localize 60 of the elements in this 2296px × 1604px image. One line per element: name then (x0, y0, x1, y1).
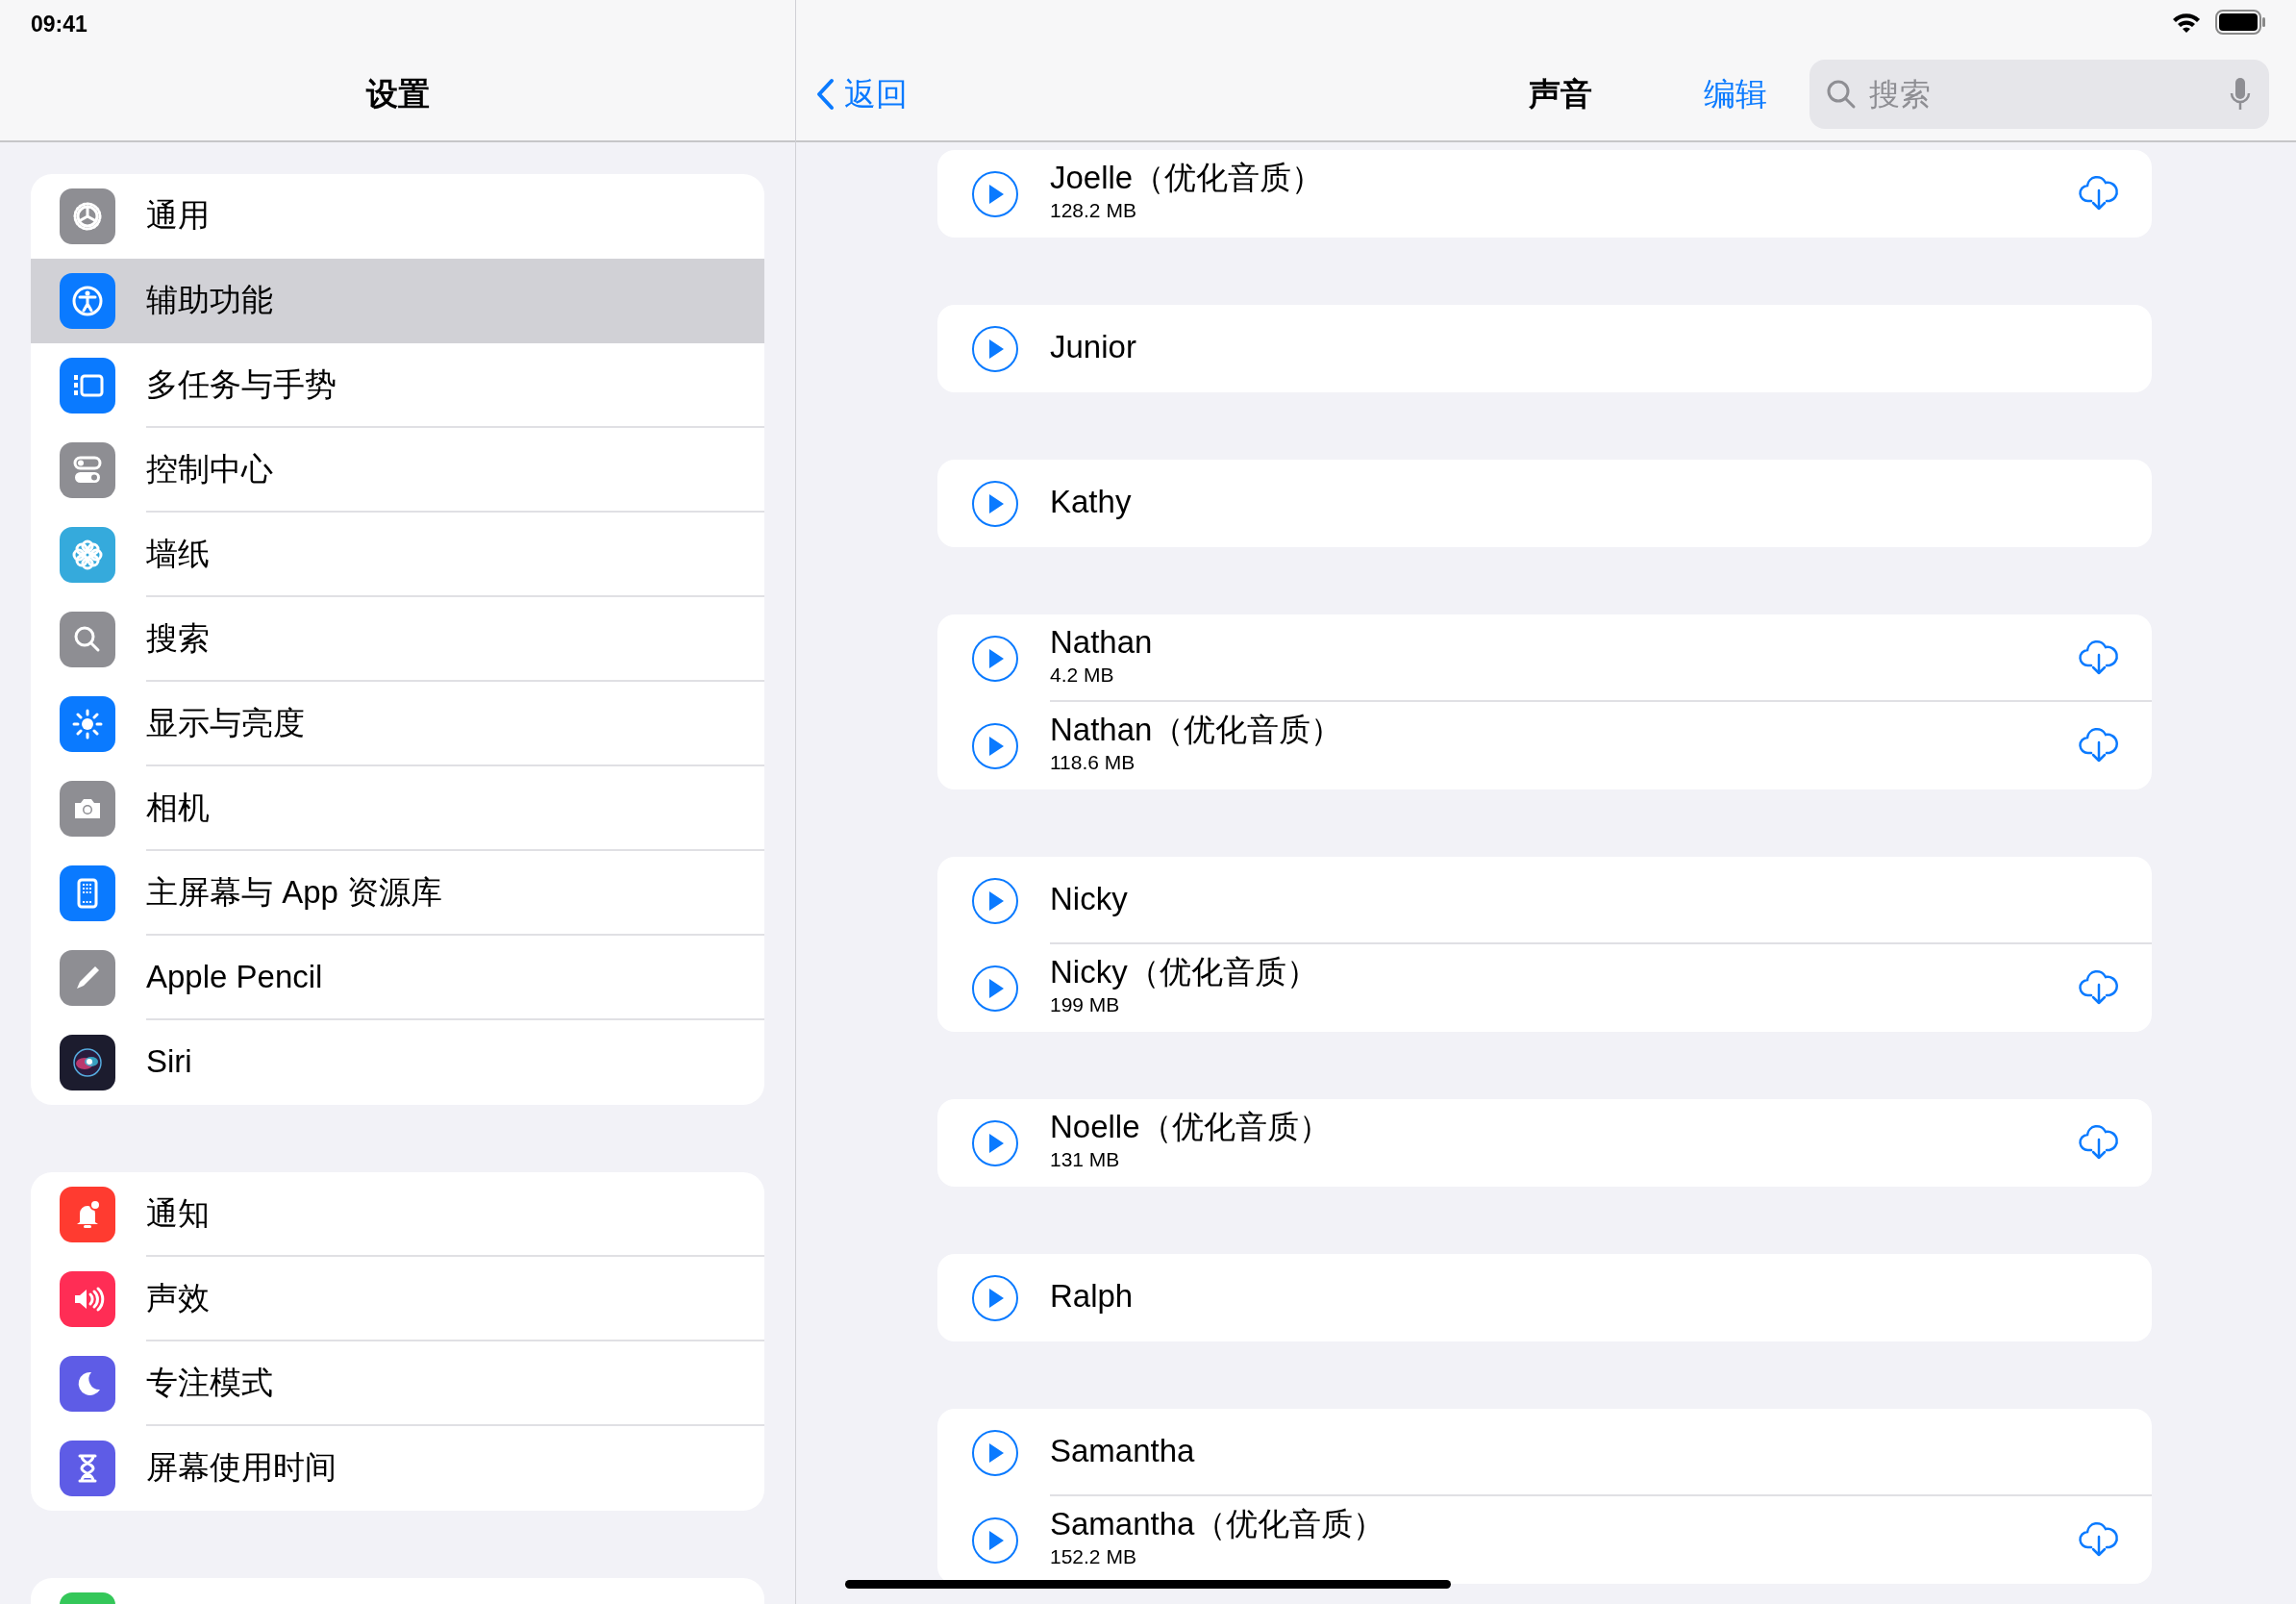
microphone-icon[interactable] (2229, 76, 2252, 113)
settings-item[interactable]: 通用 (31, 174, 764, 259)
settings-item[interactable]: 主屏幕与 App 资源库 (31, 851, 764, 936)
file-size: 118.6 MB (1050, 749, 1136, 775)
page-title: 声音 (1529, 75, 1592, 114)
voice-name: Joelle（优化音质） (1050, 160, 1325, 195)
settings-item[interactable]: 多任务与手势 (31, 343, 764, 428)
file-size: 199 MB (1050, 991, 1121, 1017)
file-size: 152.2 MB (1050, 1543, 1137, 1569)
settings-item[interactable]: 专注模式 (31, 1341, 764, 1426)
file-size: 131 MB (1050, 1146, 1121, 1172)
play-button[interactable] (971, 324, 1019, 373)
play-button[interactable] (971, 1516, 1019, 1565)
play-button[interactable] (971, 169, 1019, 218)
settings-item[interactable]: 显示与亮度 (31, 682, 764, 766)
voice-name: Noelle（优化音质） (1050, 1109, 1332, 1144)
settings-item[interactable]: 墙纸 (31, 513, 764, 597)
settings-item[interactable]: 声效 (31, 1257, 764, 1341)
cloud-download-icon[interactable] (2079, 1519, 2119, 1559)
settings-item[interactable]: 控制中心 (31, 428, 764, 513)
voice-name: Nathan (1050, 624, 1154, 660)
search-icon (1825, 78, 1858, 111)
play-button[interactable] (971, 634, 1019, 683)
voice-name: Kathy (1050, 485, 1133, 520)
play-button[interactable] (971, 479, 1019, 528)
play-button[interactable] (971, 876, 1019, 925)
voice-name: Samantha（优化音质） (1050, 1506, 1386, 1541)
play-button[interactable] (971, 1118, 1019, 1167)
chevron-icon (815, 78, 835, 111)
settings-item[interactable]: Apple Pencil (31, 936, 764, 1020)
settings-item[interactable]: Siri (31, 1020, 764, 1105)
voice-name: Junior (1050, 330, 1137, 365)
settings-item[interactable]: 通知 (31, 1172, 764, 1257)
sidebar-title: 设置 (365, 75, 430, 114)
settings-item[interactable]: 相机 (31, 766, 764, 851)
edit-button[interactable]: 编辑 (1704, 70, 1767, 118)
play-button[interactable] (971, 964, 1019, 1013)
voice-name: Nicky（优化音质） (1050, 954, 1319, 990)
cloud-download-icon[interactable] (2079, 638, 2119, 677)
wifi-icon (2171, 11, 2202, 34)
voice-name: Samantha (1050, 1434, 1196, 1469)
settings-item[interactable]: 搜索 (31, 597, 764, 682)
play-button[interactable] (971, 1428, 1019, 1477)
cloud-download-icon[interactable] (2079, 725, 2119, 764)
settings-item[interactable]: 屏幕使用时间 (31, 1426, 764, 1511)
back-button[interactable]: 返回 (815, 70, 908, 118)
settings-item[interactable]: 辅助功能 (31, 259, 764, 343)
status-time: 09:41 (31, 11, 87, 38)
file-size: 4.2 MB (1050, 662, 1115, 688)
play-button[interactable] (971, 1273, 1019, 1322)
file-size: 128.2 MB (1050, 197, 1137, 223)
voice-name: Ralph (1050, 1279, 1135, 1315)
voice-name: Nathan（优化音质） (1050, 712, 1344, 747)
search-field[interactable]: 搜索 (1809, 60, 2269, 129)
voice-name: Nicky (1050, 882, 1129, 917)
battery-icon (2215, 10, 2267, 35)
cloud-download-icon[interactable] (2079, 1122, 2119, 1162)
cloud-download-icon[interactable] (2079, 173, 2119, 213)
play-button[interactable] (971, 721, 1019, 770)
cloud-download-icon[interactable] (2079, 967, 2119, 1007)
